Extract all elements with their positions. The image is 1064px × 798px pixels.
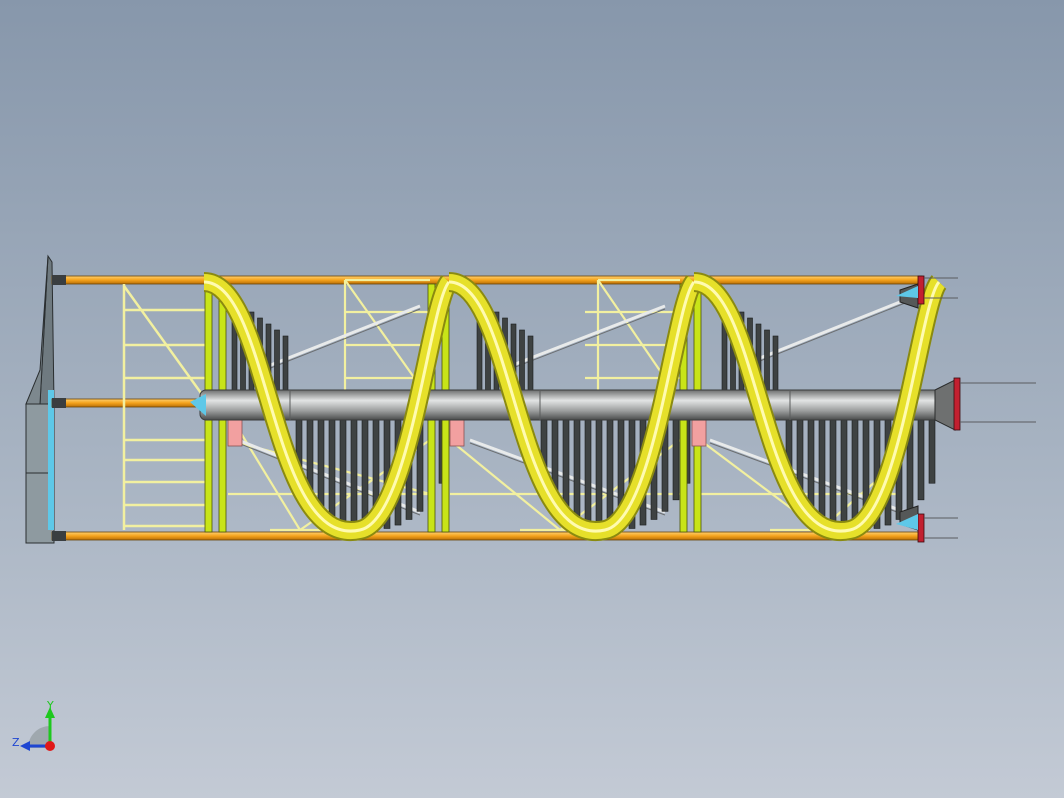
x-axis-dot xyxy=(45,741,55,751)
z-axis-label: Z xyxy=(12,736,20,749)
y-axis-label: Y xyxy=(47,699,54,712)
z-axis-arrowhead xyxy=(20,741,30,751)
graphics-viewport[interactable]: Y Z xyxy=(0,0,1064,798)
